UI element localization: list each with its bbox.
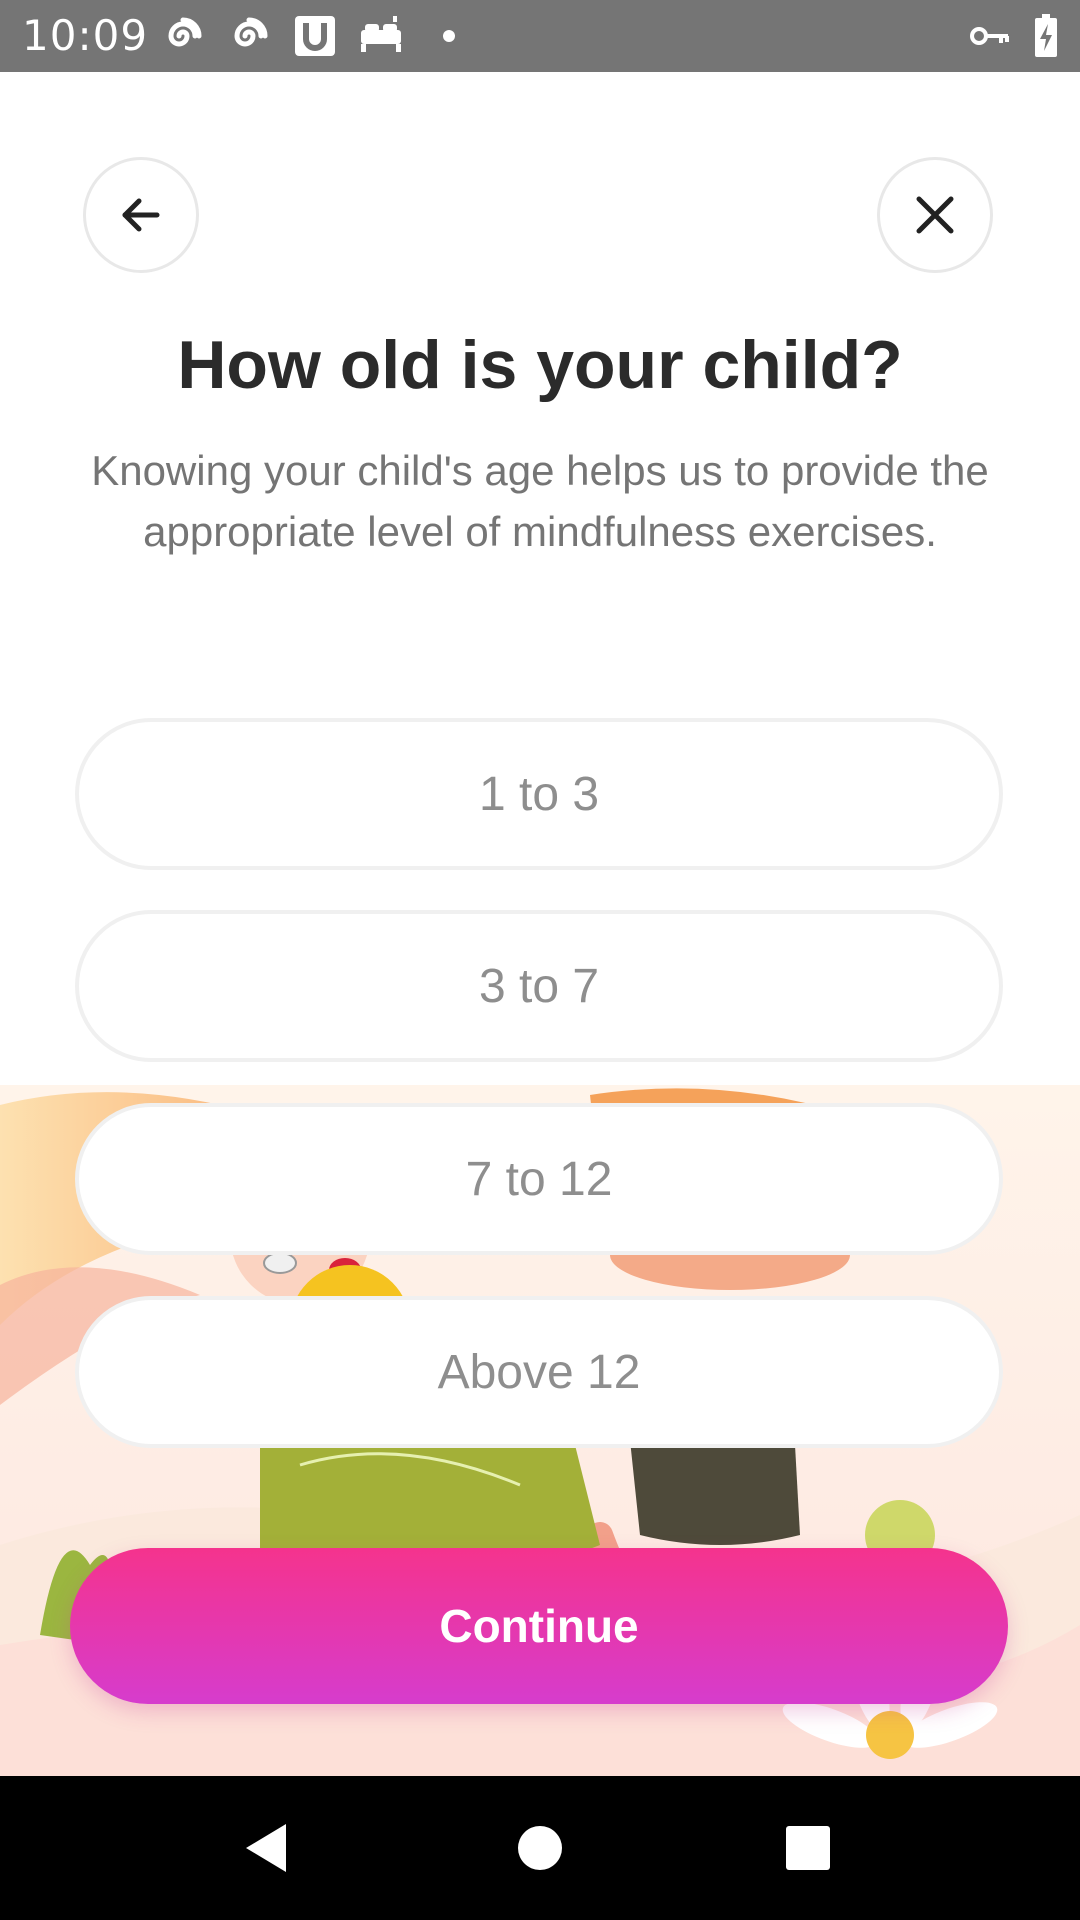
u-box-icon	[293, 14, 337, 58]
back-triangle-icon[interactable]	[234, 1816, 298, 1880]
age-option-above-12[interactable]: Above 12	[75, 1296, 1003, 1448]
status-bar: 10:09	[0, 0, 1080, 72]
close-icon	[916, 196, 954, 234]
bed-icon	[358, 14, 404, 58]
age-option-3-to-7[interactable]: 3 to 7	[75, 910, 1003, 1062]
battery-charging-icon	[1032, 14, 1060, 58]
navigation-bar	[0, 1776, 1080, 1920]
spiral-icon	[160, 14, 206, 58]
page-subtitle: Knowing your child's age helps us to pro…	[91, 447, 989, 555]
recents-square-icon[interactable]	[776, 1816, 840, 1880]
arrow-left-icon	[122, 198, 160, 232]
dot-icon	[440, 14, 458, 58]
page-title: How old is your child?	[177, 327, 903, 403]
key-icon	[968, 14, 1012, 58]
age-option-1-to-3[interactable]: 1 to 3	[75, 718, 1003, 870]
back-button[interactable]	[83, 157, 199, 273]
continue-button[interactable]: Continue	[70, 1548, 1008, 1704]
close-button[interactable]	[877, 157, 993, 273]
status-time: 10:09	[22, 11, 149, 60]
home-circle-icon[interactable]	[508, 1816, 572, 1880]
age-option-7-to-12[interactable]: 7 to 12	[75, 1103, 1003, 1255]
spiral-icon	[226, 14, 272, 58]
